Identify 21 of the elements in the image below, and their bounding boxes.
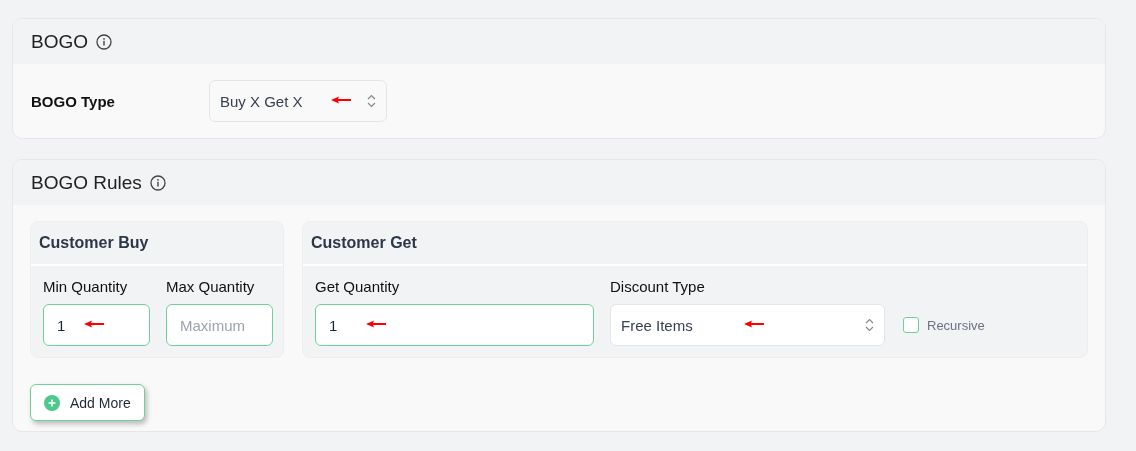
quantity-input[interactable]: 1 [43, 304, 150, 346]
field-label: Get Quantity [315, 278, 401, 295]
get-quantity-input[interactable]: 1 [315, 304, 594, 346]
field-label: Min Quantity [43, 278, 129, 295]
field-label: BOGO Type [31, 92, 116, 110]
checkbox-label: Recursive [927, 317, 985, 333]
field-label: Discount Type [610, 278, 706, 295]
panel-title: Customer Buy [39, 234, 149, 252]
recursive-checkbox[interactable] [903, 317, 919, 333]
add-more-button[interactable]: Add More [30, 384, 145, 421]
bogo-type-select[interactable]: Buy X Get X [209, 80, 387, 122]
card-title: BOGO [31, 30, 88, 53]
info-icon[interactable] [149, 174, 166, 191]
discount-type-select[interactable]: Free Items [610, 304, 885, 346]
plus-icon [44, 394, 60, 411]
caret-icon [367, 94, 376, 108]
card-title: BOGO Rules [31, 171, 142, 194]
panel-title: Customer Get [311, 234, 417, 252]
field-label: Max Quantity [166, 278, 256, 295]
caret-icon [865, 318, 874, 332]
info-icon[interactable] [96, 33, 112, 50]
